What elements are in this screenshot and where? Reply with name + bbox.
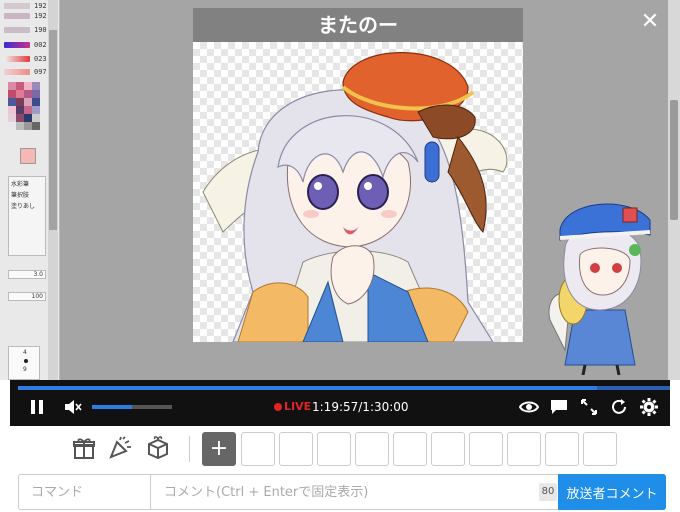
current-color-swatch	[20, 148, 36, 164]
color-slider: 190	[4, 25, 48, 34]
brush-size-field: 3.0	[8, 270, 46, 279]
broadcaster-comment-button[interactable]: 放送者コメント	[558, 474, 666, 510]
gift-slot[interactable]	[393, 432, 427, 466]
color-slider: 192	[4, 1, 48, 10]
live-label: LIVE	[284, 400, 312, 413]
player-controls: LIVE 1:19:57/1:30:00	[10, 380, 670, 426]
gift-slot[interactable]	[545, 432, 579, 466]
girl-illustration	[202, 52, 508, 342]
time-display: 1:19:57/1:30:00	[312, 400, 409, 414]
mute-icon[interactable]	[62, 396, 84, 418]
pause-icon[interactable]	[26, 396, 48, 418]
comment-input[interactable]	[152, 475, 537, 509]
paint-app-tool-panel: 192 192 190 002 023 097 水彩筆 筆択肢 塗りあし 3.0…	[0, 0, 60, 380]
volume-slider[interactable]	[92, 405, 172, 409]
volume-slider-fill	[92, 405, 132, 409]
gift-slot[interactable]	[355, 432, 389, 466]
comment-form: 80 放送者コメント	[18, 474, 666, 510]
gear-icon[interactable]	[638, 396, 660, 418]
stream-title: またのー	[193, 8, 523, 42]
gift-slot[interactable]	[583, 432, 617, 466]
close-icon[interactable]: ✕	[638, 10, 662, 34]
seek-bar-fill	[18, 386, 597, 390]
gift-slot[interactable]	[317, 432, 351, 466]
gift-slot[interactable]	[279, 432, 313, 466]
gift-slot[interactable]	[431, 432, 465, 466]
paint-app-panel-scrollbar	[48, 0, 58, 380]
command-input[interactable]	[19, 475, 151, 509]
color-slider: 023	[4, 54, 48, 63]
fullscreen-icon[interactable]	[578, 396, 600, 418]
video-area[interactable]: 192 192 190 002 023 097 水彩筆 筆択肢 塗りあし 3.0…	[0, 0, 680, 380]
color-slider: 002	[4, 40, 48, 49]
canvas-artwork	[193, 42, 523, 342]
add-gift-slot-button[interactable]: +	[202, 432, 236, 466]
gift-icon[interactable]	[70, 434, 98, 462]
gift-slot[interactable]	[469, 432, 503, 466]
party-popper-icon[interactable]	[106, 434, 134, 462]
paint-app-canvas-scrollbar	[668, 0, 680, 380]
char-count-badge: 80	[539, 483, 557, 501]
gift-box-icon[interactable]	[144, 434, 172, 462]
chibi-character-overlay	[535, 190, 665, 376]
gift-slot[interactable]	[507, 432, 541, 466]
gift-toolbar: +	[0, 426, 680, 470]
brush-opacity-field: 100	[8, 292, 46, 301]
gift-divider	[189, 436, 190, 462]
live-dot-icon	[274, 403, 282, 411]
color-slider: 192	[4, 11, 48, 20]
brush-tool-list: 水彩筆 筆択肢 塗りあし	[8, 176, 46, 256]
color-swatch-grid	[8, 82, 40, 130]
eye-icon[interactable]	[518, 396, 540, 418]
gift-slot[interactable]	[241, 432, 275, 466]
comment-bubble-icon[interactable]	[548, 396, 570, 418]
live-player-page: 192 192 190 002 023 097 水彩筆 筆択肢 塗りあし 3.0…	[0, 0, 680, 512]
color-slider: 097	[4, 67, 48, 76]
reload-icon[interactable]	[608, 396, 630, 418]
brush-size-list: 4 9	[8, 346, 40, 380]
seek-bar[interactable]	[18, 386, 670, 390]
